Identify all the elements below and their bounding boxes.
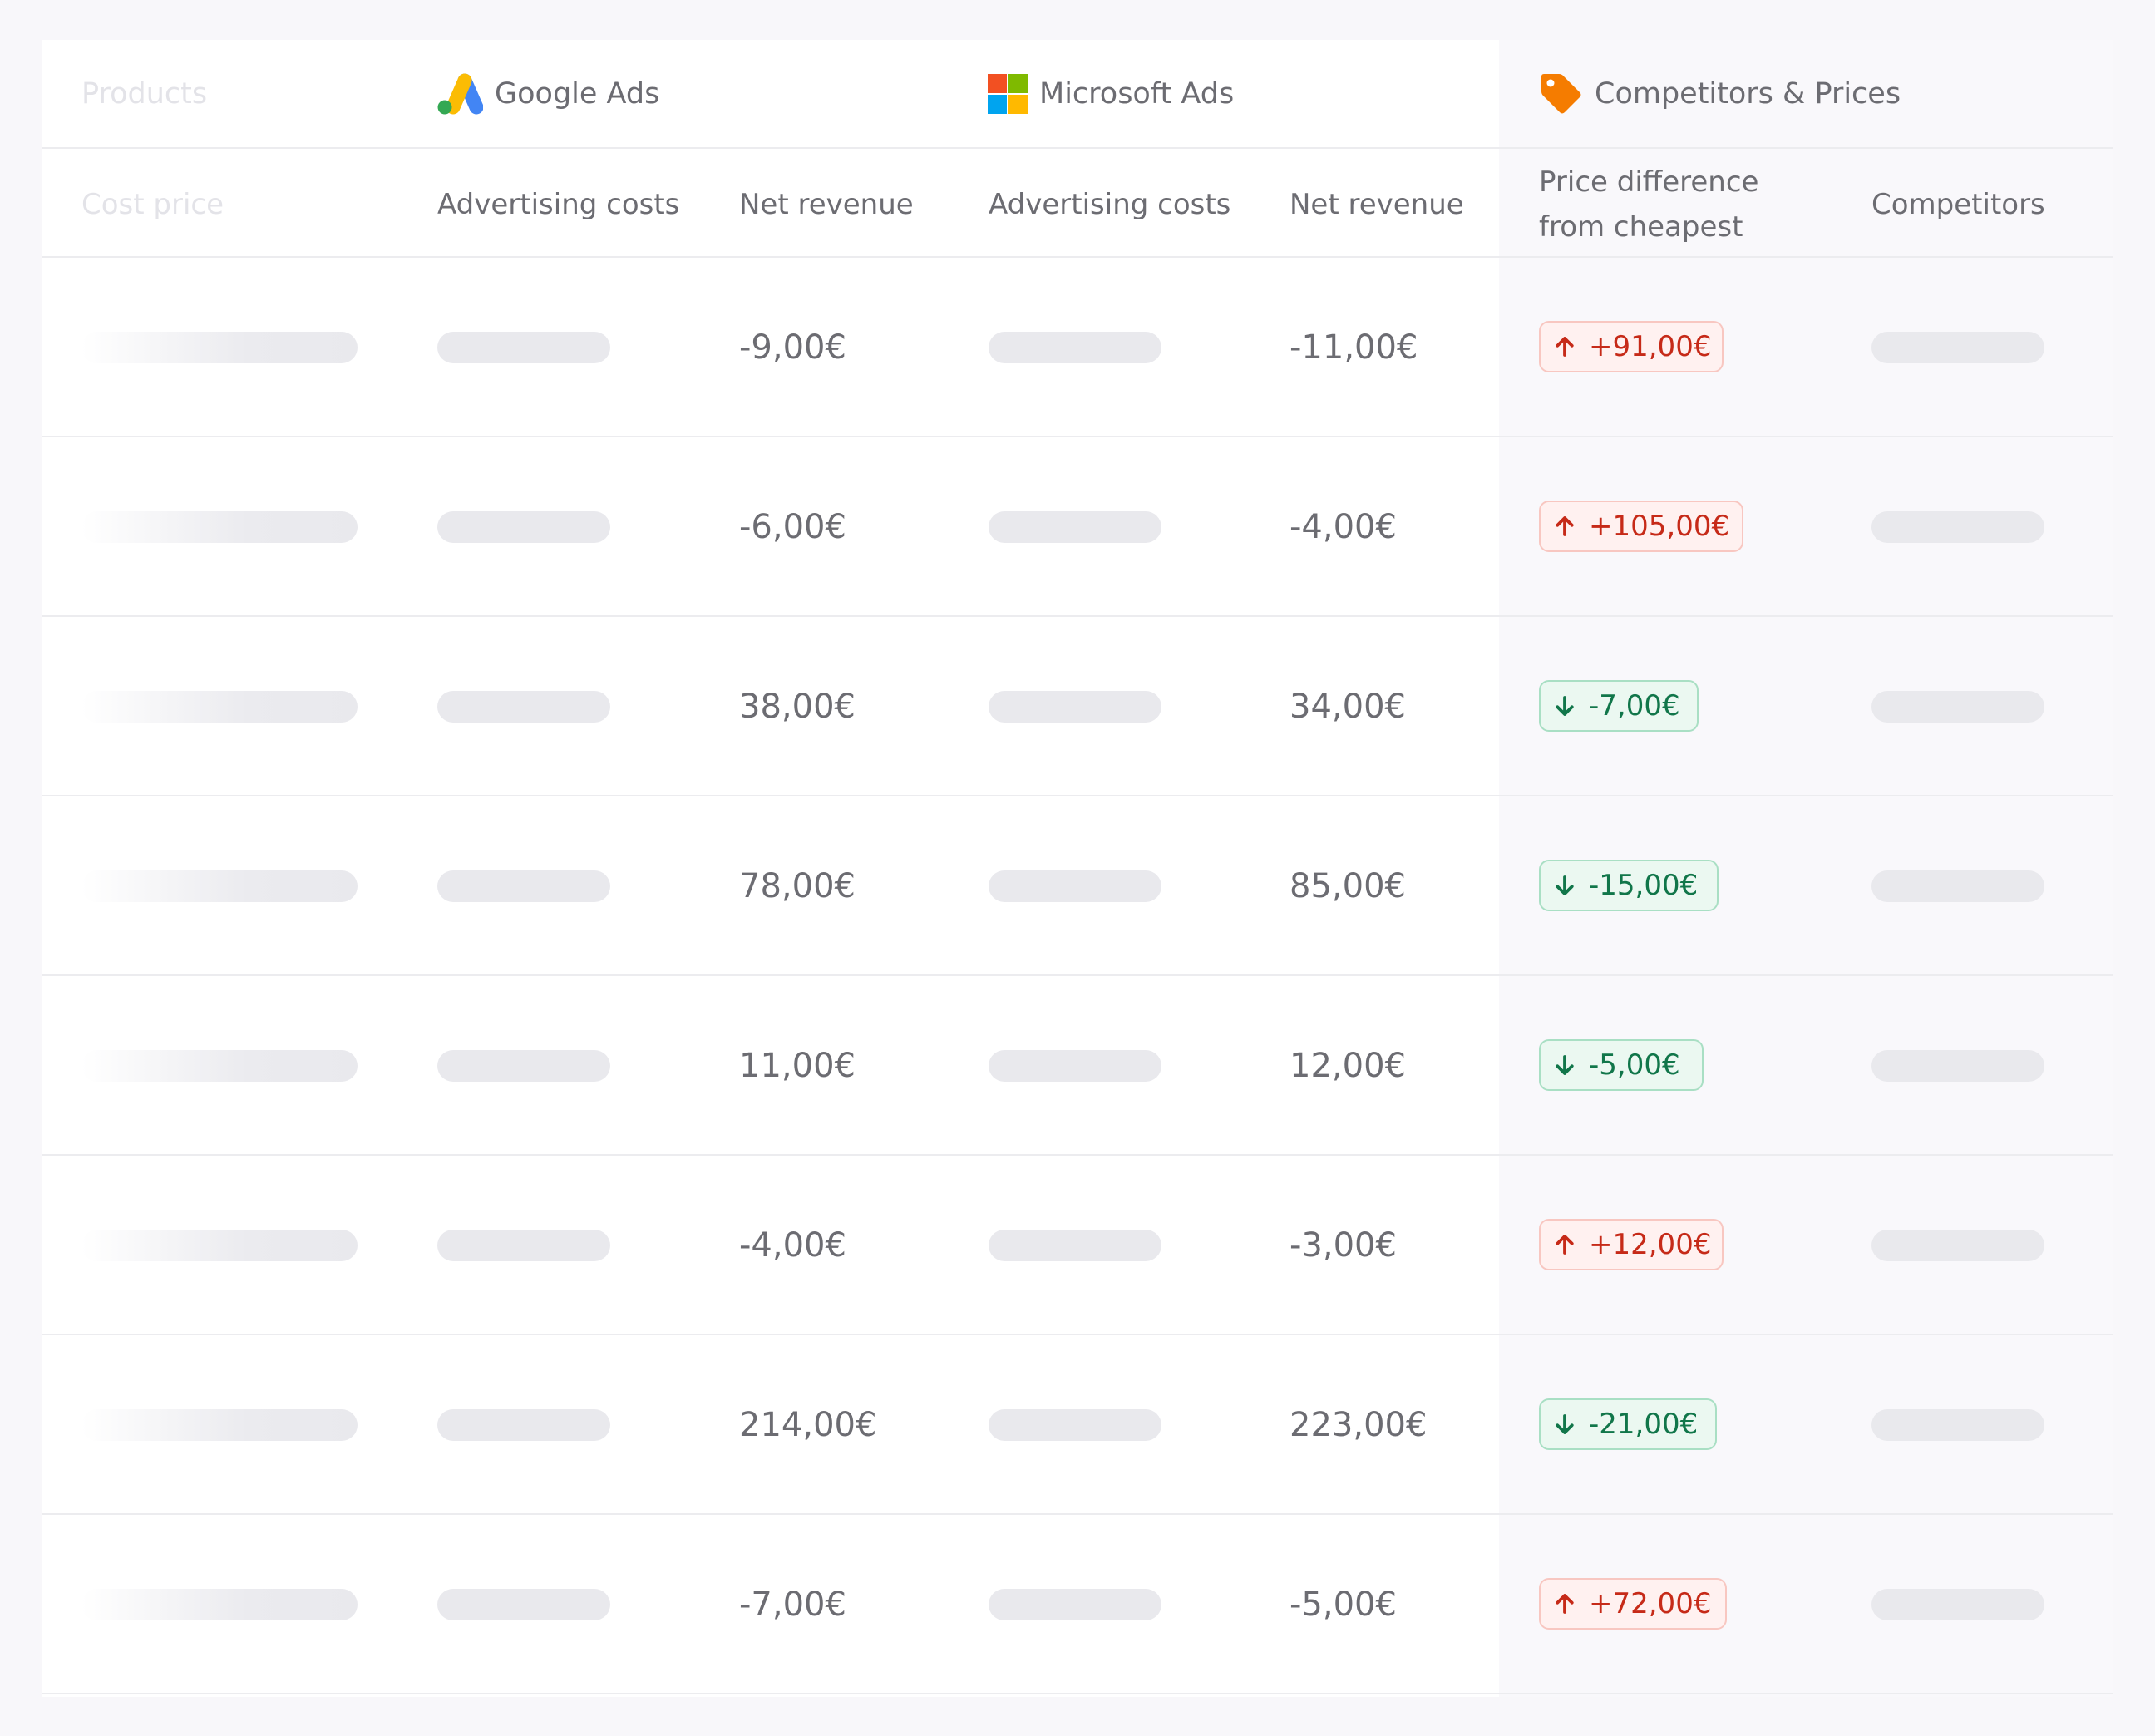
competitors-placeholder <box>1871 511 2044 543</box>
table-row[interactable]: -9,00€ -11,00€ +91,00€ <box>0 258 2155 437</box>
table-row[interactable]: 11,00€ 12,00€ -5,00€ <box>0 976 2155 1156</box>
price-difference-badge: -15,00€ <box>1539 860 1719 911</box>
microsoft-net-revenue-cell: -11,00€ <box>1290 328 1418 367</box>
google-net-revenue-cell: -4,00€ <box>739 1226 846 1265</box>
arrow-up-icon <box>1552 514 1577 539</box>
advertising-costs-placeholder <box>437 1409 610 1441</box>
price-difference-badge: -7,00€ <box>1539 680 1699 732</box>
microsoft-net-revenue-cell: 12,00€ <box>1290 1047 1406 1085</box>
advertising-costs-placeholder <box>437 1589 610 1620</box>
google-net-revenue-cell: -9,00€ <box>739 328 846 367</box>
price-difference-value: -15,00€ <box>1589 869 1699 902</box>
cost-price-placeholder <box>81 691 358 723</box>
price-difference-value: +12,00€ <box>1589 1228 1712 1261</box>
advertising-costs-placeholder <box>989 1409 1161 1441</box>
microsoft-net-revenue-cell: 85,00€ <box>1290 867 1406 905</box>
cost-price-placeholder <box>81 511 358 543</box>
group-header-label: Products <box>81 77 208 111</box>
arrow-down-icon <box>1552 693 1577 718</box>
advertising-costs-placeholder <box>989 332 1161 363</box>
advertising-costs-placeholder <box>437 691 610 723</box>
microsoft-logo-icon <box>988 74 1028 114</box>
google-net-revenue-cell: 78,00€ <box>739 867 856 905</box>
group-header-label: Google Ads <box>495 77 660 111</box>
advertising-costs-placeholder <box>989 870 1161 902</box>
advertising-costs-placeholder <box>989 1050 1161 1082</box>
google-net-revenue-cell: -6,00€ <box>739 508 846 546</box>
arrow-down-icon <box>1552 1053 1577 1078</box>
table-row[interactable]: -6,00€ -4,00€ +105,00€ <box>0 437 2155 617</box>
column-header-competitors[interactable]: Competitors <box>1871 182 2045 227</box>
price-difference-badge: +105,00€ <box>1539 501 1743 552</box>
group-header-label: Competitors & Prices <box>1595 77 1901 111</box>
price-difference-value: -5,00€ <box>1589 1048 1680 1082</box>
advertising-costs-placeholder <box>989 691 1161 723</box>
cost-price-placeholder <box>81 332 358 363</box>
table-row[interactable]: 38,00€ 34,00€ -7,00€ <box>0 617 2155 796</box>
advertising-costs-placeholder <box>989 511 1161 543</box>
column-header-microsoft-advertising-costs[interactable]: Advertising costs <box>989 182 1230 227</box>
price-difference-value: +72,00€ <box>1589 1587 1712 1620</box>
competitors-placeholder <box>1871 1050 2044 1082</box>
column-header-cost-price[interactable]: Cost price <box>81 182 224 227</box>
competitors-placeholder <box>1871 691 2044 723</box>
arrow-up-icon <box>1552 334 1577 359</box>
google-net-revenue-cell: 38,00€ <box>739 688 856 726</box>
cost-price-placeholder <box>81 1230 358 1261</box>
google-net-revenue-cell: 214,00€ <box>739 1406 877 1444</box>
google-net-revenue-cell: -7,00€ <box>739 1586 846 1624</box>
microsoft-net-revenue-cell: -3,00€ <box>1290 1226 1397 1265</box>
price-difference-badge: -5,00€ <box>1539 1039 1704 1091</box>
microsoft-net-revenue-cell: -5,00€ <box>1290 1586 1397 1624</box>
table-row[interactable]: 78,00€ 85,00€ -15,00€ <box>0 796 2155 976</box>
table-row[interactable]: 214,00€ 223,00€ -21,00€ <box>0 1335 2155 1515</box>
microsoft-net-revenue-cell: -4,00€ <box>1290 508 1397 546</box>
price-difference-badge: +12,00€ <box>1539 1219 1724 1270</box>
price-difference-badge: +91,00€ <box>1539 321 1724 372</box>
price-difference-value: -21,00€ <box>1589 1408 1699 1441</box>
competitors-placeholder <box>1871 1589 2044 1620</box>
arrow-down-icon <box>1552 873 1577 898</box>
row-divider <box>42 1693 2113 1694</box>
cost-price-placeholder <box>81 1050 358 1082</box>
column-header-line: from cheapest <box>1539 210 1743 244</box>
microsoft-net-revenue-cell: 223,00€ <box>1290 1406 1428 1444</box>
google-net-revenue-cell: 11,00€ <box>739 1047 856 1085</box>
competitors-placeholder <box>1871 1230 2044 1261</box>
advertising-costs-placeholder <box>989 1230 1161 1261</box>
advertising-costs-placeholder <box>437 1050 610 1082</box>
competitors-placeholder <box>1871 1409 2044 1441</box>
header-divider <box>42 147 2113 149</box>
microsoft-net-revenue-cell: 34,00€ <box>1290 688 1406 726</box>
cost-price-placeholder <box>81 1589 358 1620</box>
column-header-price-difference[interactable]: Price difference from cheapest <box>1539 160 1758 249</box>
table-row[interactable]: -7,00€ -5,00€ +72,00€ <box>0 1515 2155 1694</box>
price-difference-value: +91,00€ <box>1589 330 1712 363</box>
group-header-label: Microsoft Ads <box>1039 77 1235 111</box>
column-header-google-net-revenue[interactable]: Net revenue <box>739 182 914 227</box>
arrow-up-icon <box>1552 1591 1577 1616</box>
column-header-microsoft-net-revenue[interactable]: Net revenue <box>1290 182 1464 227</box>
arrow-down-icon <box>1552 1412 1577 1437</box>
table-row[interactable]: -4,00€ -3,00€ +12,00€ <box>0 1156 2155 1335</box>
advertising-costs-placeholder <box>437 870 610 902</box>
cost-price-placeholder <box>81 1409 358 1441</box>
price-difference-badge: -21,00€ <box>1539 1398 1717 1450</box>
price-tag-icon <box>1538 72 1583 116</box>
competitors-placeholder <box>1871 870 2044 902</box>
cost-price-placeholder <box>81 870 358 902</box>
advertising-costs-placeholder <box>989 1589 1161 1620</box>
column-header-google-advertising-costs[interactable]: Advertising costs <box>437 182 679 227</box>
competitors-placeholder <box>1871 332 2044 363</box>
column-header-line: Price difference <box>1539 165 1759 199</box>
price-difference-value: +105,00€ <box>1589 510 1730 543</box>
arrow-up-icon <box>1552 1232 1577 1257</box>
google-ads-icon <box>436 73 483 115</box>
advertising-costs-placeholder <box>437 511 610 543</box>
price-difference-value: -7,00€ <box>1589 689 1680 723</box>
advertising-costs-placeholder <box>437 1230 610 1261</box>
advertising-costs-placeholder <box>437 332 610 363</box>
price-difference-badge: +72,00€ <box>1539 1578 1727 1630</box>
